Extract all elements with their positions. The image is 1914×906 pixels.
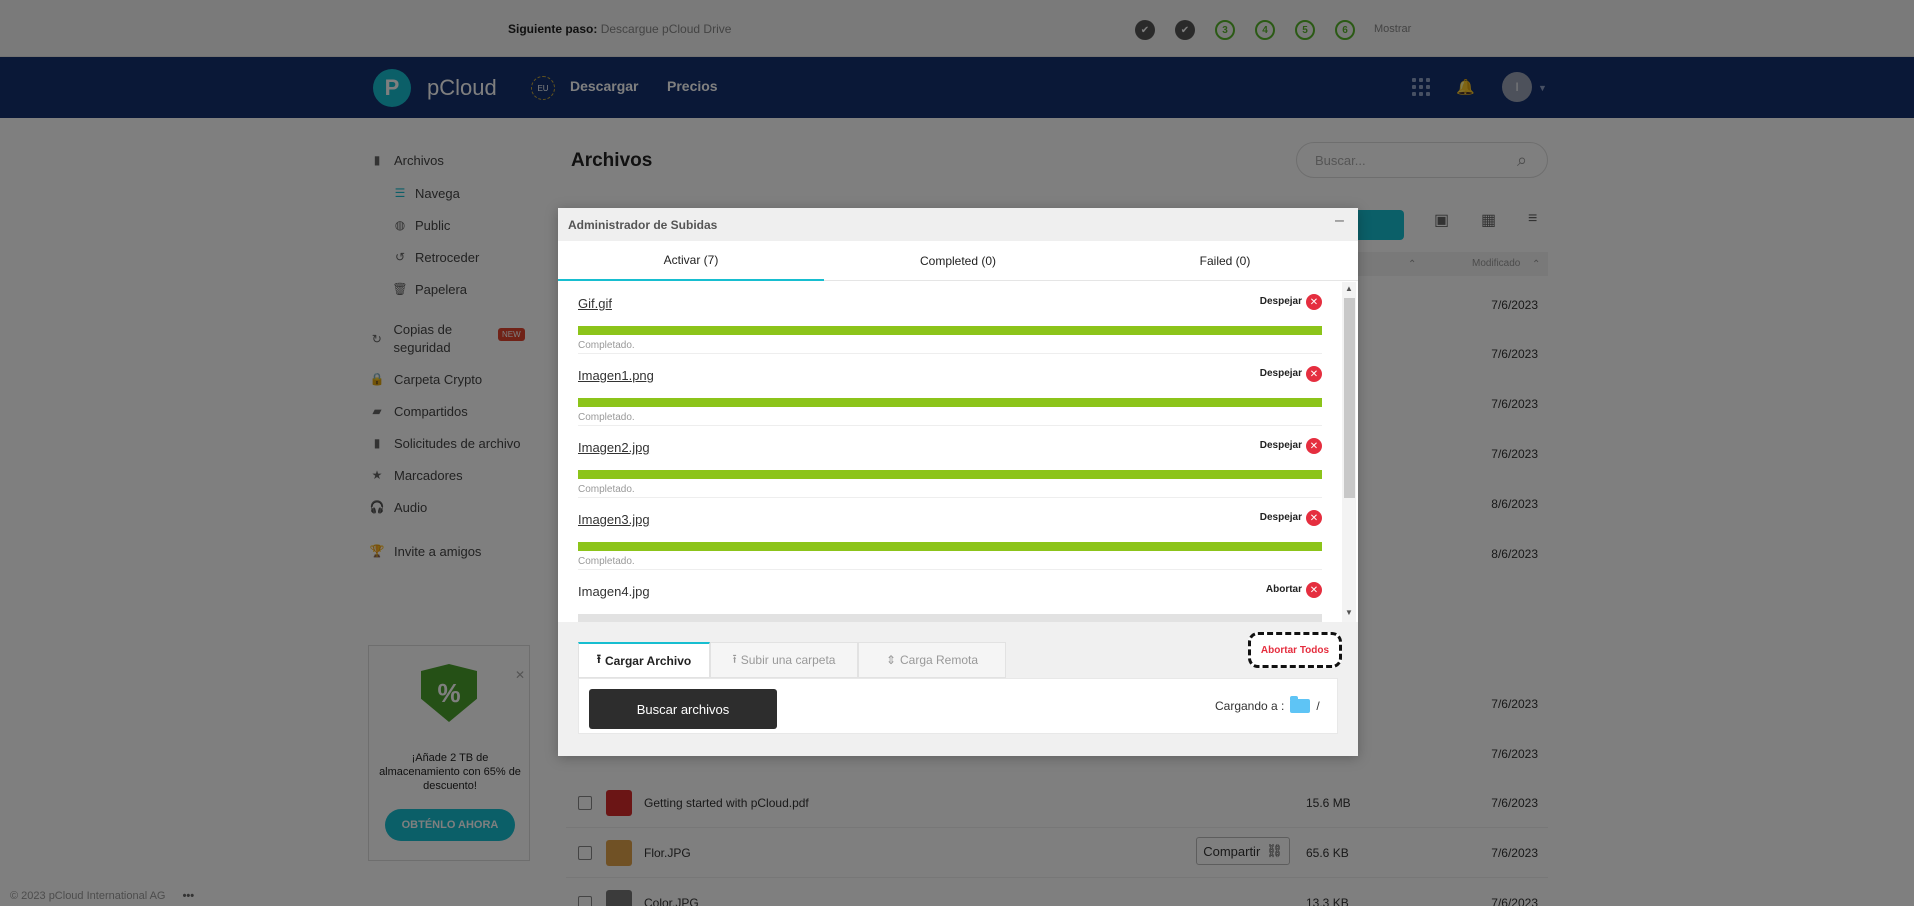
upload-list: Gif.gif Despejar ✕ Completado. Imagen1.p…: [558, 282, 1358, 622]
close-circle-icon[interactable]: ✕: [1306, 510, 1322, 526]
tab-label: Subir una carpeta: [740, 653, 836, 667]
upload-file-panel: Buscar archivos Cargando a : /: [578, 678, 1338, 734]
upload-file-name[interactable]: Imagen3.jpg: [578, 512, 650, 527]
clear-button[interactable]: Despejar: [1260, 440, 1302, 451]
clear-button[interactable]: Despejar: [1260, 296, 1302, 307]
upload-status: Completado.: [578, 484, 635, 495]
folder-icon: [1290, 696, 1311, 713]
tab-label: Carga Remota: [900, 653, 979, 667]
dialog-header: Administrador de Subidas –: [558, 208, 1358, 241]
upload-arrow-icon: ⭱: [732, 651, 737, 666]
upload-status: Completado.: [578, 340, 635, 351]
browse-files-button[interactable]: Buscar archivos: [589, 689, 777, 729]
upload-source-panel: ⭱ Cargar Archivo ⭱ Subir una carpeta ⇕ Carg…: [558, 622, 1358, 756]
tab-label: Cargar Archivo: [604, 653, 692, 668]
upload-item: Imagen1.png Despejar ✕ Completado.: [578, 354, 1322, 426]
upload-file-name[interactable]: Imagen2.jpg: [578, 440, 650, 455]
upload-item: Imagen2.jpg Despejar ✕ Completado.: [578, 426, 1322, 498]
tab-remote-upload[interactable]: ⇕ Carga Remota: [858, 642, 1006, 678]
dialog-title: Administrador de Subidas: [568, 218, 718, 232]
upload-destination[interactable]: Cargando a : /: [1215, 696, 1320, 713]
abort-button[interactable]: Abortar: [1266, 584, 1302, 595]
upload-progress-bar: [578, 326, 1322, 335]
close-circle-icon[interactable]: ✕: [1306, 582, 1322, 598]
scrollbar-thumb[interactable]: [1344, 298, 1355, 498]
clear-button[interactable]: Despejar: [1260, 368, 1302, 379]
upload-progress-bar: [578, 398, 1322, 407]
transfer-icon: ⇕: [885, 653, 896, 667]
tab-upload-folder[interactable]: ⭱ Subir una carpeta: [710, 642, 858, 678]
clear-button[interactable]: Despejar: [1260, 512, 1302, 523]
upload-file-name[interactable]: Imagen1.png: [578, 368, 654, 383]
upload-item: Imagen4.jpg Abortar ✕: [578, 570, 1322, 622]
upload-file-name[interactable]: Gif.gif: [578, 296, 612, 311]
minimize-icon[interactable]: –: [1335, 212, 1344, 230]
upload-file-name: Imagen4.jpg: [578, 584, 650, 599]
upload-manager-dialog: Administrador de Subidas – Activar (7) C…: [558, 208, 1358, 756]
tab-failed[interactable]: Failed (0): [1092, 241, 1358, 281]
destination-path: /: [1316, 699, 1320, 713]
destination-label: Cargando a :: [1215, 699, 1285, 713]
upload-status: Completado.: [578, 412, 635, 423]
close-circle-icon[interactable]: ✕: [1306, 366, 1322, 382]
upload-item: Gif.gif Despejar ✕ Completado.: [578, 282, 1322, 354]
abort-all-button[interactable]: Abortar Todos: [1248, 632, 1342, 668]
scroll-down-arrow-icon[interactable]: ▼: [1345, 608, 1353, 617]
upload-progress-bar: [578, 542, 1322, 551]
upload-progress-bar: [578, 470, 1322, 479]
scroll-up-arrow-icon[interactable]: ▲: [1345, 284, 1353, 293]
upload-status: Completado.: [578, 556, 635, 567]
upload-progress-bar: [578, 614, 1322, 622]
tab-completed[interactable]: Completed (0): [825, 241, 1091, 281]
close-circle-icon[interactable]: ✕: [1306, 294, 1322, 310]
tab-active[interactable]: Activar (7): [558, 241, 824, 281]
upload-arrow-icon: ⭱: [596, 652, 601, 666]
upload-tabs: Activar (7) Completed (0) Failed (0): [558, 241, 1358, 281]
upload-item: Imagen3.jpg Despejar ✕ Completado.: [578, 498, 1322, 570]
tab-upload-file[interactable]: ⭱ Cargar Archivo: [578, 642, 710, 678]
close-circle-icon[interactable]: ✕: [1306, 438, 1322, 454]
